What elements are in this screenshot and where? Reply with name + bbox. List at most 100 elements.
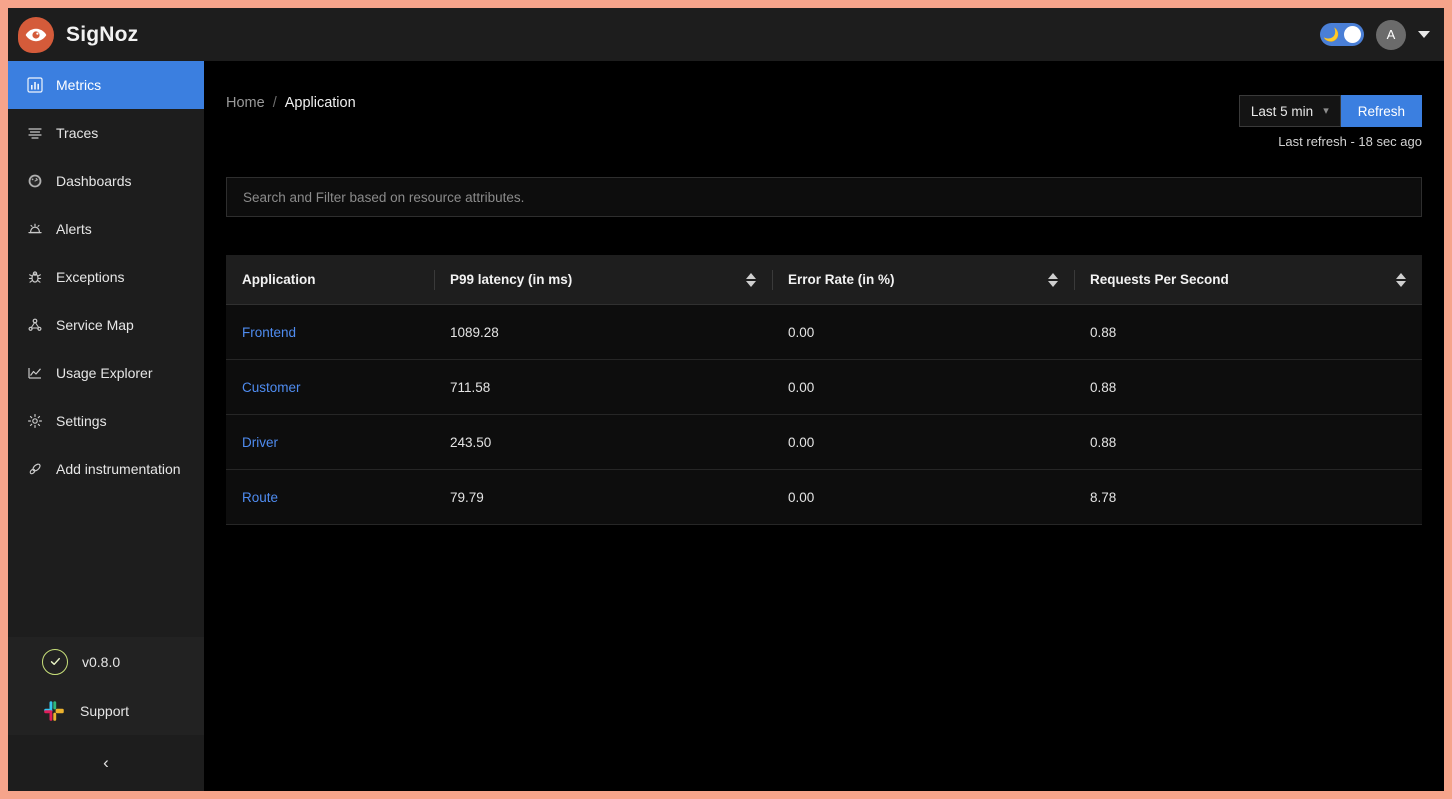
column-header-requests-per-second[interactable]: Requests Per Second: [1074, 272, 1422, 287]
rocket-icon: [26, 461, 43, 478]
cell-p99-latency: 79.79: [450, 489, 484, 505]
table-row[interactable]: Driver 243.50 0.00 0.88: [226, 415, 1422, 470]
list-lines-icon: [26, 125, 43, 142]
column-label: P99 latency (in ms): [450, 272, 573, 287]
cell-application: Driver: [226, 435, 434, 450]
sidebar-item-label: Exceptions: [56, 269, 125, 285]
app-window-frame: SigNoz 🌙 A Metrics Traces Dashboards Ale…: [0, 0, 1452, 799]
table-row[interactable]: Customer 711.58 0.00 0.88: [226, 360, 1422, 415]
table-row[interactable]: Frontend 1089.28 0.00 0.88: [226, 305, 1422, 360]
application-link[interactable]: Driver: [242, 435, 278, 450]
application-link[interactable]: Route: [242, 490, 278, 505]
sidebar-item-label: Alerts: [56, 221, 92, 237]
column-label: Error Rate (in %): [788, 272, 895, 287]
breadcrumb-current: Application: [284, 95, 356, 111]
sidebar-collapse-button[interactable]: ‹: [8, 735, 204, 791]
sidebar-item-add-instrumentation[interactable]: Add instrumentation: [8, 445, 204, 493]
cell-error-rate: 0.00: [788, 324, 815, 340]
sidebar-item-dashboards[interactable]: Dashboards: [8, 157, 204, 205]
sidebar-item-exceptions[interactable]: Exceptions: [8, 253, 204, 301]
cell-requests-per-second: 0.88: [1090, 434, 1117, 450]
cell-p99-latency: 711.58: [450, 379, 491, 395]
sidebar-item-service-map[interactable]: Service Map: [8, 301, 204, 349]
check-circle-icon: [42, 648, 68, 675]
gauge-icon: [26, 173, 43, 190]
column-label: Requests Per Second: [1090, 272, 1229, 287]
cell-error-rate: 0.00: [788, 434, 815, 450]
application-link[interactable]: Frontend: [242, 325, 296, 340]
sort-icon[interactable]: [1396, 272, 1406, 287]
chevron-left-icon: ‹: [103, 753, 109, 772]
bug-icon: [26, 269, 43, 286]
column-header-application[interactable]: Application: [226, 272, 434, 287]
brand-name: SigNoz: [66, 22, 139, 46]
breadcrumb: Home / Application: [226, 95, 356, 111]
sort-icon[interactable]: [746, 272, 756, 287]
cell-p99-latency: 243.50: [450, 434, 492, 450]
sidebar-item-alerts[interactable]: Alerts: [8, 205, 204, 253]
cell-requests-per-second: 8.78: [1090, 489, 1117, 505]
cell-p99-latency: 1089.28: [450, 324, 499, 340]
cell-application: Route: [226, 490, 434, 505]
time-range-select[interactable]: Last 5 min ▾: [1238, 95, 1341, 127]
node-graph-icon: [26, 317, 43, 334]
application-link[interactable]: Customer: [242, 380, 301, 395]
line-chart-icon: [26, 365, 43, 382]
chevron-down-icon: ▾: [1323, 104, 1329, 117]
caret-down-icon[interactable]: [1418, 31, 1430, 38]
sidebar-item-label: Traces: [56, 125, 99, 141]
sidebar-item-settings[interactable]: Settings: [8, 397, 204, 445]
time-row: Last 5 min ▾ Refresh: [1238, 95, 1422, 127]
version-label: v0.8.0: [82, 653, 121, 670]
sidebar-support[interactable]: Support: [8, 686, 204, 735]
sidebar-nav: Metrics Traces Dashboards Alerts Excepti…: [8, 61, 204, 493]
moon-icon: 🌙: [1323, 27, 1340, 42]
sidebar-item-label: Service Map: [56, 317, 134, 333]
table-row[interactable]: Route 79.79 0.00 8.78: [226, 470, 1422, 525]
eye-icon: [18, 16, 54, 53]
search-bar: [226, 177, 1422, 217]
cell-error-rate: 0.00: [788, 489, 815, 505]
table-header-row: Application P99 latency (in ms) Error Ra…: [226, 255, 1422, 305]
last-refresh-label: Last refresh - 18 sec ago: [1278, 134, 1422, 149]
column-label: Application: [242, 272, 316, 287]
toggle-knob: [1344, 26, 1361, 43]
body: Metrics Traces Dashboards Alerts Excepti…: [8, 61, 1444, 791]
sidebar-item-label: Metrics: [56, 77, 102, 93]
search-input[interactable]: [226, 177, 1422, 217]
breadcrumb-separator: /: [272, 95, 277, 111]
alarm-icon: [26, 221, 43, 238]
support-label: Support: [80, 702, 130, 719]
sidebar-item-label: Add instrumentation: [56, 461, 181, 477]
slack-icon: [42, 699, 66, 723]
cell-application: Customer: [226, 380, 434, 395]
time-controls: Last 5 min ▾ Refresh Last refresh - 18 s…: [1238, 95, 1422, 149]
cell-application: Frontend: [226, 325, 434, 340]
breadcrumb-home[interactable]: Home: [226, 95, 265, 111]
main-content: Home / Application Last 5 min ▾ Refresh …: [204, 61, 1444, 791]
column-header-error-rate[interactable]: Error Rate (in %): [772, 272, 1074, 287]
main-header: Home / Application Last 5 min ▾ Refresh …: [226, 61, 1422, 149]
refresh-button[interactable]: Refresh: [1340, 95, 1422, 127]
gear-icon: [26, 413, 43, 430]
sidebar: Metrics Traces Dashboards Alerts Excepti…: [8, 61, 204, 791]
sidebar-item-traces[interactable]: Traces: [8, 109, 204, 157]
brand-logo[interactable]: SigNoz: [18, 16, 139, 53]
applications-table: Application P99 latency (in ms) Error Ra…: [226, 255, 1422, 525]
column-header-p99-latency[interactable]: P99 latency (in ms): [434, 272, 772, 287]
avatar[interactable]: A: [1376, 19, 1406, 50]
sidebar-item-label: Settings: [56, 413, 107, 429]
sidebar-item-metrics[interactable]: Metrics: [8, 61, 204, 109]
time-range-value: Last 5 min: [1250, 103, 1314, 119]
sidebar-item-label: Usage Explorer: [56, 365, 153, 381]
cell-error-rate: 0.00: [788, 379, 815, 395]
theme-toggle[interactable]: 🌙: [1320, 23, 1364, 46]
top-bar-actions: 🌙 A: [1320, 19, 1430, 50]
sidebar-item-label: Dashboards: [56, 173, 132, 189]
sort-icon[interactable]: [1048, 272, 1058, 287]
sidebar-version[interactable]: v0.8.0: [8, 637, 204, 686]
bar-chart-icon: [26, 77, 43, 94]
sidebar-item-usage-explorer[interactable]: Usage Explorer: [8, 349, 204, 397]
top-bar: SigNoz 🌙 A: [8, 8, 1444, 61]
